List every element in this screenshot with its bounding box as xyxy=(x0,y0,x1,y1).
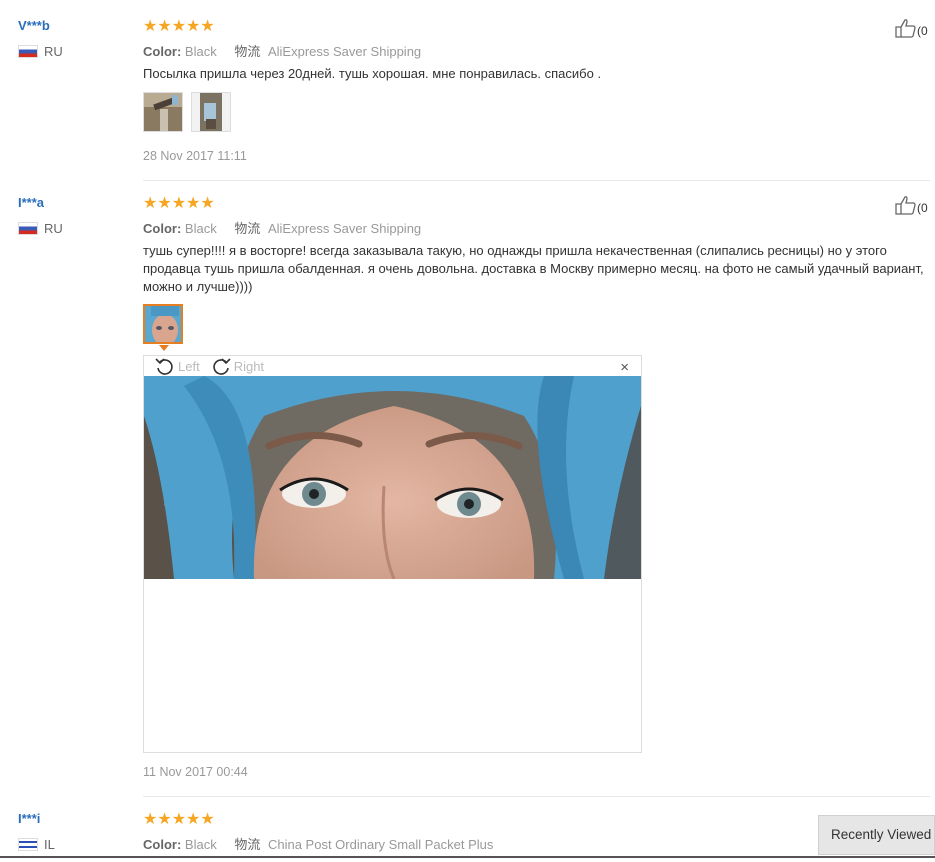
review-divider xyxy=(143,180,930,181)
shipping-method: China Post Ordinary Small Packet Plus xyxy=(267,837,494,852)
selected-thumb-caret-icon xyxy=(159,345,169,351)
recently-viewed-button[interactable]: Recently Viewed xyxy=(818,815,935,855)
rotate-left-icon xyxy=(155,358,173,375)
review-meta: Color: Black 物流 AliExpress Saver Shippin… xyxy=(143,41,421,60)
review-text: тушь супер!!!! я в восторге! всегда зака… xyxy=(143,243,924,294)
rotate-right-icon xyxy=(213,358,231,375)
star-rating: ★★★★★ xyxy=(143,811,215,828)
helpful-count: (0 xyxy=(917,201,928,215)
review-divider xyxy=(143,796,930,797)
shipping-method: AliExpress Saver Shipping xyxy=(267,44,422,59)
reviewer-name[interactable]: I***a xyxy=(18,195,44,210)
country-code: RU xyxy=(44,44,63,59)
color-label: Color: xyxy=(143,221,182,236)
country-code: IL xyxy=(44,837,55,852)
reviewer-name[interactable]: I***i xyxy=(18,811,40,826)
helpful-count: (0 xyxy=(917,24,928,38)
reviewer-country: RU xyxy=(18,221,63,236)
color-value: Black xyxy=(184,221,217,236)
rotate-right-button[interactable]: Right xyxy=(210,356,264,376)
viewer-close-button[interactable]: × xyxy=(620,359,629,376)
star-rating: ★★★★★ xyxy=(143,18,215,35)
reviewer-country: IL xyxy=(18,837,55,852)
rotate-right-label: Right xyxy=(233,358,265,374)
helpful-button[interactable]: (0 xyxy=(895,195,928,215)
rotate-left-label: Left xyxy=(178,358,200,374)
thumbs-up-icon xyxy=(895,19,916,38)
reviewer-country: RU xyxy=(18,44,63,59)
photo-viewer: Left Right × xyxy=(143,355,642,753)
color-value: Black xyxy=(184,44,217,59)
viewer-toolbar: Left Right xyxy=(154,356,264,376)
review-photo-thumb[interactable] xyxy=(143,92,183,132)
logistics-label: 物流 xyxy=(234,837,261,852)
review-text: Посылка пришла через 20дней. тушь хороша… xyxy=(143,66,602,81)
window-bottom-edge xyxy=(0,856,935,858)
shipping-method: AliExpress Saver Shipping xyxy=(267,221,422,236)
logistics-label: 物流 xyxy=(234,44,261,59)
review-meta: Color: Black 物流 China Post Ordinary Smal… xyxy=(143,834,493,853)
reviewer-name[interactable]: V***b xyxy=(18,18,50,33)
color-value: Black xyxy=(184,837,217,852)
review-date: 11 Nov 2017 00:44 xyxy=(143,765,248,779)
flag-ru-icon xyxy=(18,222,38,235)
review-meta: Color: Black 物流 AliExpress Saver Shippin… xyxy=(143,218,421,237)
flag-ru-icon xyxy=(18,45,38,58)
review-photo-large xyxy=(144,376,641,579)
country-code: RU xyxy=(44,221,63,236)
thumbs-up-icon xyxy=(895,196,916,215)
star-rating: ★★★★★ xyxy=(143,195,215,212)
color-label: Color: xyxy=(143,837,182,852)
flag-il-icon xyxy=(18,838,38,851)
review-date: 28 Nov 2017 11:11 xyxy=(143,149,247,163)
review-photo-thumb[interactable] xyxy=(191,92,231,132)
rotate-left-button[interactable]: Left xyxy=(154,356,200,376)
color-label: Color: xyxy=(143,44,182,59)
helpful-button[interactable]: (0 xyxy=(895,18,928,38)
face-photo xyxy=(144,376,641,579)
logistics-label: 物流 xyxy=(234,221,261,236)
review-photo-thumb-selected[interactable] xyxy=(143,304,183,344)
